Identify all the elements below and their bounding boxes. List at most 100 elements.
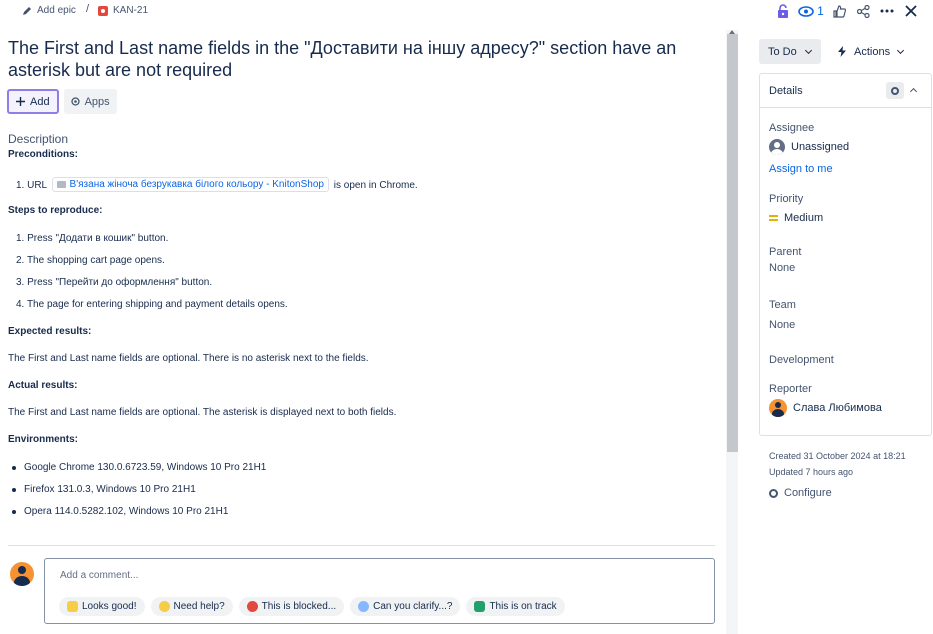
bullet-icon [12, 465, 16, 470]
issue-title[interactable]: The First and Last name fields in the "Д… [8, 37, 718, 81]
bullet-icon [12, 509, 16, 514]
assign-to-me-link[interactable]: Assign to me [769, 163, 833, 175]
site-favicon-icon [56, 181, 66, 188]
environment-text: Google Chrome 130.0.6723.59, Windows 10 … [24, 462, 267, 473]
share-icon [856, 4, 870, 18]
actual-results-heading: Actual results: [8, 380, 78, 391]
environment-text: Opera 114.0.5282.102, Windows 10 Pro 21H… [24, 506, 229, 517]
reporter-avatar [769, 399, 787, 417]
watch-button[interactable]: 1 [795, 1, 827, 21]
plus-icon [16, 97, 25, 106]
issue-actions-toolbar: 1 [771, 1, 923, 21]
parent-value[interactable]: None [769, 262, 795, 274]
product-smart-link[interactable]: В'язана жіноча безрукавка білого кольору… [51, 177, 329, 192]
suggestion-label: Can you clarify...? [373, 601, 453, 612]
bullet-icon [12, 487, 16, 492]
priority-label: Priority [769, 193, 804, 205]
assignee-field[interactable]: Unassigned [769, 139, 849, 155]
suggestion-clarify[interactable]: Can you clarify...? [350, 597, 461, 616]
comment-input[interactable]: Add a comment... [60, 570, 138, 581]
apps-icon [70, 97, 80, 106]
main-scrollbar-thumb[interactable] [727, 34, 738, 452]
gear-icon [769, 488, 778, 498]
suggestion-label: This is on track [489, 601, 557, 612]
add-button[interactable]: Add [7, 89, 59, 114]
environment-item: Opera 114.0.5282.102, Windows 10 Pro 21H… [12, 506, 228, 517]
details-settings-button[interactable] [886, 82, 904, 99]
close-button[interactable] [899, 1, 923, 21]
chevron-down-icon [897, 46, 905, 54]
check-mark-emoji-icon [474, 601, 486, 612]
expected-results-heading: Expected results: [8, 326, 92, 337]
lightning-icon [838, 46, 846, 57]
environments-heading: Environments: [8, 434, 79, 445]
reporter-field[interactable]: Слава Любимова [769, 399, 882, 417]
add-epic-link[interactable]: Add epic [22, 5, 76, 16]
environment-text: Firefox 131.0.3, Windows 10 Pro 21H1 [24, 484, 196, 495]
assignee-label: Assignee [769, 122, 815, 134]
more-actions-button[interactable] [875, 1, 899, 21]
priority-value: Medium [784, 212, 824, 224]
watch-count: 1 [817, 4, 824, 18]
updated-date: Updated 7 hours ago [769, 467, 854, 477]
precondition-item: 1. URL В'язана жіноча безрукавка білого … [16, 177, 418, 192]
reporter-value: Слава Любимова [793, 402, 882, 414]
actual-results-text: The First and Last name fields are optio… [8, 407, 397, 418]
suggestion-need-help[interactable]: Need help? [150, 597, 233, 616]
suggestion-label: Looks good! [82, 601, 137, 612]
team-value[interactable]: None [769, 319, 795, 331]
steps-heading: Steps to reproduce: [8, 205, 103, 216]
lock-button[interactable] [771, 1, 795, 21]
preconditions-heading: Preconditions: [8, 149, 79, 160]
comment-divider [8, 545, 715, 546]
status-dropdown[interactable]: To Do [759, 39, 821, 64]
priority-field[interactable]: Medium [769, 212, 823, 224]
more-icon [880, 9, 894, 13]
environment-item: Firefox 131.0.3, Windows 10 Pro 21H1 [12, 484, 196, 495]
chevron-down-icon [804, 46, 812, 54]
issue-key: KAN-21 [113, 5, 149, 16]
development-label: Development [769, 354, 834, 366]
step-item: 3. Press "Перейти до оформлення" button. [16, 277, 213, 288]
apps-button[interactable]: Apps [63, 89, 117, 114]
current-user-avatar [10, 562, 34, 586]
actions-label: Actions [854, 45, 891, 58]
precondition-prefix: 1. URL [16, 180, 47, 191]
add-epic-label: Add epic [37, 5, 76, 16]
gear-icon [891, 86, 899, 95]
top-bar: Add epic / KAN-21 1 [0, 0, 933, 22]
suggestion-on-track[interactable]: This is on track [466, 597, 565, 616]
status-label: To Do [768, 45, 797, 58]
configure-button[interactable]: Configure [769, 487, 832, 499]
issue-key-link[interactable]: KAN-21 [98, 5, 148, 16]
smart-link-text: В'язана жіноча безрукавка білого кольору… [69, 179, 324, 190]
suggestion-label: This is blocked... [261, 601, 337, 612]
parent-label: Parent [769, 246, 802, 258]
no-entry-emoji-icon [246, 601, 258, 612]
environment-item: Google Chrome 130.0.6723.59, Windows 10 … [12, 462, 266, 473]
breadcrumb-separator: / [86, 3, 90, 15]
actions-dropdown[interactable]: Actions [830, 39, 915, 64]
priority-medium-icon [769, 215, 778, 221]
vote-button[interactable] [827, 1, 851, 21]
description-label: Description [8, 132, 69, 146]
reporter-label: Reporter [769, 383, 812, 395]
step-item: 1. Press "Додати в кошик" button. [16, 233, 169, 244]
issue-main-panel: The First and Last name fields in the "Д… [0, 30, 726, 634]
party-emoji-icon [67, 601, 78, 612]
suggestion-label: Need help? [173, 601, 225, 612]
share-button[interactable] [851, 1, 875, 21]
comment-box[interactable]: Add a comment... Looks good! Need help? … [44, 558, 715, 624]
suggestion-looks-good[interactable]: Looks good! [59, 597, 145, 616]
suggestion-blocked[interactable]: This is blocked... [238, 597, 345, 616]
chevron-up-icon[interactable] [909, 87, 918, 96]
unassigned-avatar-icon [769, 139, 785, 155]
details-header[interactable]: Details [760, 74, 931, 108]
details-panel: Details Assignee Unassigned Assign to me… [759, 73, 932, 436]
bug-icon [98, 5, 108, 16]
comment-suggestions: Looks good! Need help? This is blocked..… [59, 597, 565, 616]
issue-quick-add-row: Add Apps [7, 89, 117, 114]
scroll-up-arrow-icon[interactable] [729, 30, 735, 34]
step-item: 4. The page for entering shipping and pa… [16, 299, 288, 310]
magnifier-emoji-icon [358, 601, 370, 612]
